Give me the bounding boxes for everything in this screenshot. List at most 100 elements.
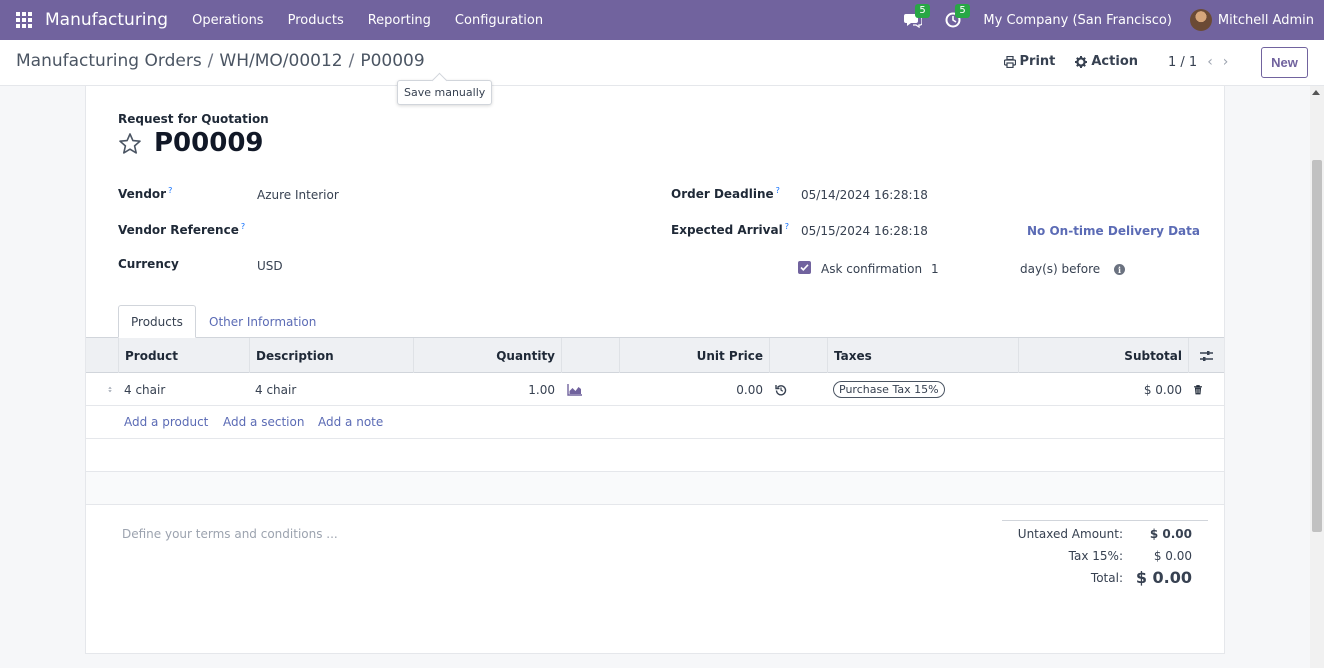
column-taxes[interactable]: Taxes (827, 338, 1018, 373)
optional-columns-button[interactable] (1188, 338, 1224, 373)
column-product[interactable]: Product (118, 338, 249, 373)
scroll-up-icon[interactable] (1312, 90, 1320, 95)
row-subtotal: $ 0.00 (1143, 382, 1182, 397)
checkmark-icon (800, 264, 809, 271)
star-icon[interactable] (118, 132, 142, 156)
user-avatar[interactable] (1189, 9, 1212, 31)
order-deadline-field[interactable]: 05/14/2024 16:28:18 (801, 188, 928, 202)
untaxed-amount-label: Untaxed Amount: (1017, 527, 1123, 541)
table-row[interactable]: 4 chair 4 chair 1.00 0.00 Purchase Tax 1… (86, 373, 1224, 406)
tax-value: $ 0.00 (1153, 549, 1192, 563)
menu-configuration[interactable]: Configuration (455, 13, 543, 28)
row-quantity[interactable]: 1.00 (413, 373, 561, 406)
vendor-reference-label: Vendor Reference? (118, 222, 246, 237)
pager-value[interactable]: 1 / 1 (1168, 55, 1197, 70)
print-label: Print (1019, 54, 1056, 69)
print-button[interactable]: Print (1003, 54, 1056, 69)
table-header: Product Description Quantity Unit Price … (86, 338, 1224, 373)
document-type: Request for Quotation (118, 112, 269, 126)
row-description[interactable]: 4 chair (249, 373, 413, 406)
tab-other-information[interactable]: Other Information (197, 305, 328, 338)
document-name: P00009 (154, 128, 264, 158)
row-taxes[interactable]: Purchase Tax 15% (827, 373, 1018, 406)
breadcrumb-mo[interactable]: WH/MO/00012 (219, 51, 342, 71)
menu-products[interactable]: Products (288, 13, 344, 28)
drag-handle-icon[interactable] (102, 373, 118, 406)
scroll-thumb[interactable] (1312, 160, 1322, 532)
expected-arrival-field[interactable]: 05/15/2024 16:28:18 (801, 224, 928, 238)
breadcrumb: Manufacturing Orders / WH/MO/00012/P00009 (16, 51, 425, 71)
action-label: Action (1091, 54, 1138, 69)
activities-button[interactable]: 5 (943, 4, 970, 30)
new-button[interactable]: New (1261, 47, 1308, 78)
pager-previous-icon[interactable]: ‹ (1207, 54, 1213, 70)
form-sheet: Request for Quotation P00009 Vendor? Azu… (85, 86, 1225, 654)
total-label: Total: (1090, 571, 1123, 585)
total-value: $ 0.00 (1135, 568, 1192, 587)
total-row: Total: $ 0.00 (1002, 565, 1208, 587)
add-note-link[interactable]: Add a note (318, 415, 383, 429)
tax-tag[interactable]: Purchase Tax 15% (833, 381, 945, 398)
top-navbar: Manufacturing Operations Products Report… (0, 0, 1324, 40)
breadcrumb-manufacturing-orders[interactable]: Manufacturing Orders (16, 51, 202, 71)
info-icon[interactable]: i (1114, 264, 1125, 275)
breadcrumb-current: P00009 (360, 51, 425, 71)
control-panel: Manufacturing Orders / WH/MO/00012/P00009 … (0, 40, 1324, 86)
delete-trash-icon[interactable] (1188, 373, 1208, 406)
column-unit-price[interactable]: Unit Price (619, 338, 769, 373)
order-deadline-help-icon[interactable]: ? (776, 186, 780, 195)
messages-badge: 5 (915, 4, 930, 18)
terms-and-conditions-field[interactable]: Define your terms and conditions ... (122, 527, 338, 541)
vendor-label: Vendor? (118, 186, 173, 201)
user-menu[interactable]: Mitchell Admin (1218, 13, 1314, 28)
notebook-tabs: Products Other Information (86, 305, 1224, 338)
pager: 1 / 1 ‹ › (1168, 54, 1228, 70)
untaxed-amount-row: Untaxed Amount: $ 0.00 (1002, 521, 1208, 543)
add-section-link[interactable]: Add a section (223, 415, 304, 429)
column-description[interactable]: Description (249, 338, 413, 373)
reset-price-icon[interactable] (769, 373, 827, 406)
ask-confirmation-checkbox[interactable] (798, 261, 811, 274)
on-time-delivery-link[interactable]: No On-time Delivery Data (1027, 224, 1200, 238)
company-switcher[interactable]: My Company (San Francisco) (983, 13, 1171, 28)
tax-label: Tax 15%: (1068, 549, 1123, 563)
app-grid-icon[interactable] (15, 11, 33, 29)
add-product-link[interactable]: Add a product (124, 415, 208, 429)
add-line-row: Add a product Add a section Add a note (86, 406, 1224, 439)
menu-operations[interactable]: Operations (192, 13, 263, 28)
empty-row (86, 439, 1224, 472)
totals-summary: Untaxed Amount: $ 0.00 Tax 15%: $ 0.00 T… (1002, 520, 1208, 587)
breadcrumb-separator: / (207, 51, 214, 71)
days-before-label: day(s) before (1020, 262, 1101, 276)
row-product[interactable]: 4 chair (118, 373, 249, 406)
row-unit-price[interactable]: 0.00 (619, 373, 769, 406)
forecast-chart-icon[interactable] (561, 373, 619, 406)
action-button[interactable]: Action (1075, 54, 1138, 69)
vendor-reference-field[interactable] (257, 224, 637, 240)
gear-icon (1075, 55, 1088, 68)
tab-products[interactable]: Products (118, 305, 196, 338)
order-deadline-label: Order Deadline? (671, 186, 780, 201)
pager-next-icon[interactable]: › (1223, 54, 1229, 70)
vendor-field[interactable]: Azure Interior (257, 188, 339, 202)
column-forecast (561, 338, 619, 373)
confirmation-days-field[interactable]: 1 (931, 262, 939, 276)
vendor-reference-help-icon[interactable]: ? (241, 222, 245, 231)
ask-confirmation-label: Ask confirmation (821, 262, 923, 276)
app-name[interactable]: Manufacturing (45, 10, 168, 30)
activities-badge: 5 (955, 4, 970, 18)
column-reset (769, 338, 827, 373)
messages-button[interactable]: 5 (903, 4, 930, 30)
currency-field[interactable]: USD (257, 259, 283, 273)
expected-arrival-help-icon[interactable]: ? (785, 222, 789, 231)
printer-icon (1003, 55, 1016, 68)
vendor-help-icon[interactable]: ? (168, 186, 172, 195)
untaxed-amount-value: $ 0.00 (1149, 527, 1192, 541)
expected-arrival-label: Expected Arrival? (671, 222, 789, 237)
column-subtotal[interactable]: Subtotal (1018, 338, 1188, 373)
column-quantity[interactable]: Quantity (413, 338, 561, 373)
menu-reporting[interactable]: Reporting (368, 13, 431, 28)
order-lines-table: Product Description Quantity Unit Price … (86, 338, 1224, 505)
save-tooltip: Save manually (397, 80, 493, 105)
empty-row (86, 472, 1224, 505)
